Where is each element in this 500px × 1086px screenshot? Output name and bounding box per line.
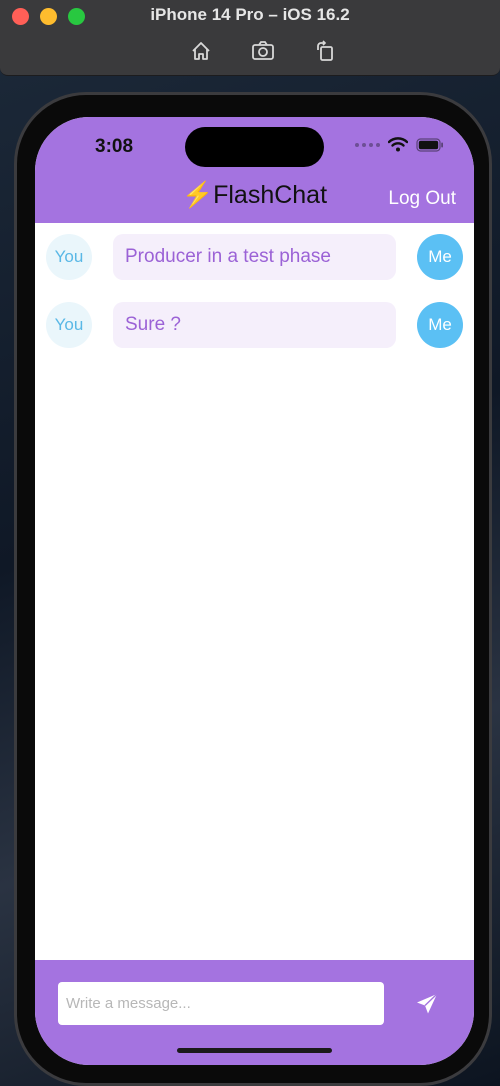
send-icon: [417, 993, 438, 1014]
dynamic-island: [185, 127, 324, 167]
message-bubble: Sure ?: [113, 302, 396, 348]
status-time: 3:08: [95, 136, 134, 157]
message-input[interactable]: [58, 982, 384, 1025]
signal-icon: [355, 142, 380, 147]
message-bubble: Producer in a test phase: [113, 234, 396, 280]
me-avatar: Me: [417, 302, 463, 348]
phone-screen: 3:08 ⚡FlashChat Log Out You Producer in …: [35, 117, 474, 1065]
message-composer: [35, 960, 474, 1065]
simulator-title: iPhone 14 Pro – iOS 16.2: [150, 5, 350, 24]
list-item: You Sure ? Me: [35, 302, 474, 348]
battery-icon: [416, 137, 443, 152]
lightning-icon: ⚡: [181, 181, 214, 209]
you-avatar: You: [46, 234, 92, 280]
simulator-title-bar: iPhone 14 Pro – iOS 16.2: [0, 0, 500, 76]
send-button[interactable]: [413, 990, 441, 1018]
home-icon[interactable]: [188, 38, 214, 64]
simulator-toolbar: [188, 38, 338, 64]
home-indicator: [177, 1048, 332, 1053]
you-avatar: You: [46, 302, 92, 348]
rotate-icon[interactable]: [312, 38, 338, 64]
app-header: 3:08 ⚡FlashChat Log Out: [35, 117, 474, 223]
screenshot-icon[interactable]: [250, 38, 276, 64]
app-title-text: FlashChat: [213, 181, 328, 209]
logout-button[interactable]: Log Out: [388, 188, 456, 210]
status-icons: [355, 137, 444, 152]
wifi-icon: [388, 137, 408, 152]
list-item: You Producer in a test phase Me: [35, 234, 474, 280]
me-avatar: Me: [417, 234, 463, 280]
